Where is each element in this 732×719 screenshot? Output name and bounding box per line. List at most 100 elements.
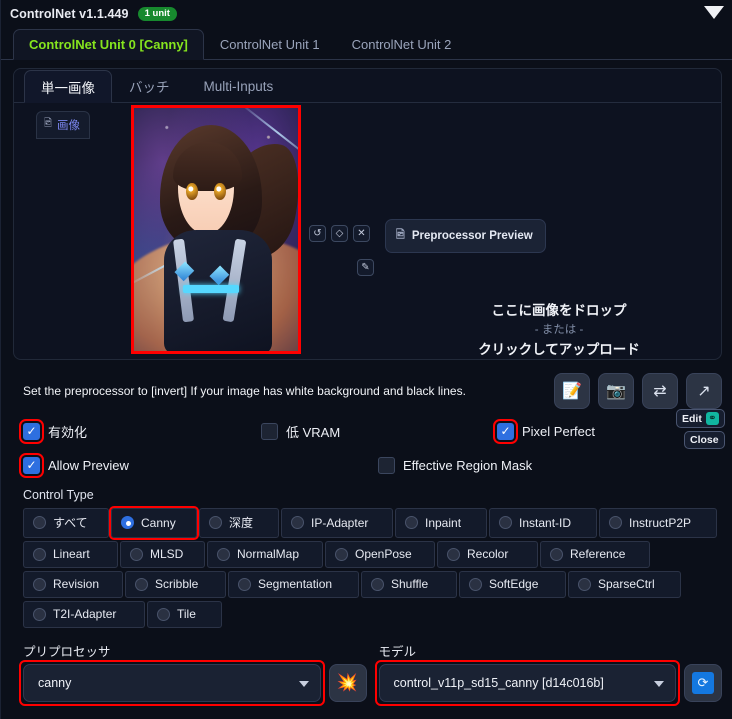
pen-icon[interactable]: ✎ (357, 259, 374, 276)
image-input-panel: 単一画像 バッチ Multi-Inputs 🖻 画像 ↺ ◇ ✕ ✎ 🖻 Pre… (13, 68, 725, 449)
remove-icon[interactable]: ✕ (353, 225, 370, 242)
radio-icon (33, 547, 46, 561)
control-type-title: Control Type (23, 488, 94, 502)
uploaded-image-thumbnail[interactable] (131, 105, 301, 354)
swap-icon[interactable]: ⇄ (642, 373, 678, 409)
preprocessor-row: canny 💥 (19, 660, 367, 706)
control-type-revision[interactable]: Revision (23, 571, 123, 598)
control-type-instructp2p[interactable]: InstructP2P (599, 508, 717, 538)
controlnet-panel: ControlNet v1.1.449 1 unit ControlNet Un… (0, 0, 732, 719)
control-type-ip-adapter[interactable]: IP-Adapter (281, 508, 393, 538)
control-type-row-2: Lineart MLSD NormalMap OpenPose Recolor … (23, 541, 722, 568)
control-type-recolor[interactable]: Recolor (437, 541, 538, 568)
control-type-sparsectrl-label: SparseCtrl (598, 577, 655, 591)
tab-multi-inputs[interactable]: Multi-Inputs (187, 69, 291, 102)
preprocessor-notice: Set the preprocessor to [invert] If your… (23, 384, 466, 398)
control-type-normalmap[interactable]: NormalMap (207, 541, 323, 568)
control-type-t2i-adapter[interactable]: T2I-Adapter (23, 601, 145, 628)
control-type-softedge-label: SoftEdge (489, 577, 539, 591)
radio-icon (209, 516, 222, 529)
checkbox-enable-box[interactable]: ✓ (19, 418, 44, 444)
tab-controlnet-unit-2[interactable]: ControlNet Unit 2 (336, 28, 468, 59)
checkbox-pixel-perfect-label: Pixel Perfect (522, 423, 595, 439)
preprocessor-select[interactable]: canny (23, 664, 321, 702)
radio-icon (609, 516, 622, 529)
control-type-mlsd[interactable]: MLSD (120, 541, 205, 568)
checkbox-enable[interactable]: ✓ 有効化 (19, 418, 261, 444)
checkbox-pixel-perfect[interactable]: ✓ Pixel Perfect (493, 418, 595, 444)
control-type-reference-label: Reference (570, 547, 626, 561)
control-type-sparsectrl[interactable]: SparseCtrl (568, 571, 681, 598)
send-dimensions-icon[interactable]: ↗ (686, 373, 722, 409)
checkbox-effective-region-mask[interactable]: Effective Region Mask (378, 456, 533, 474)
checkbox-effective-region-mask-box[interactable] (378, 456, 395, 474)
webcam-icon[interactable]: 📷 (598, 373, 634, 409)
eraser-icon[interactable]: ◇ (331, 225, 348, 242)
edit-button[interactable]: Edit ⚭ (676, 409, 725, 428)
checkbox-allow-preview[interactable]: ✓ Allow Preview (19, 452, 378, 478)
open-new-canvas-icon[interactable]: 📝 (554, 373, 590, 409)
control-type-row-1: すべて Canny 深度 IP-Adapter Inpaint Instant-… (23, 506, 722, 540)
radio-icon (238, 577, 251, 591)
control-type-reference[interactable]: Reference (540, 541, 650, 568)
close-button[interactable]: Close (684, 431, 725, 449)
control-type-instant-id-label: Instant-ID (519, 515, 572, 530)
chevron-down-icon (298, 681, 309, 687)
undo-icon[interactable]: ↺ (309, 225, 326, 242)
control-type-tile-label: Tile (177, 607, 196, 621)
model-value: control_v11p_sd15_canny [d14c016b] (393, 676, 604, 690)
control-type-scribble-label: Scribble (155, 577, 199, 591)
model-select[interactable]: control_v11p_sd15_canny [d14c016b] (378, 664, 676, 702)
tab-controlnet-unit-1[interactable]: ControlNet Unit 1 (204, 28, 336, 59)
model-field: モデル control_v11p_sd15_canny [d14c016b] ⟳ (374, 641, 722, 706)
radio-icon (33, 577, 46, 591)
control-type-inpaint[interactable]: Inpaint (395, 508, 487, 538)
checkbox-low-vram-box[interactable] (261, 422, 278, 440)
drop-zone[interactable]: ここに画像をドロップ - または - クリックしてアップロード (414, 301, 704, 361)
tab-batch[interactable]: バッチ (112, 69, 187, 102)
neon-glow-line (183, 285, 239, 293)
preprocessor-preview-label: Preprocessor Preview (411, 229, 533, 242)
preprocessor-preview-button[interactable]: 🖻 Preprocessor Preview (385, 219, 546, 253)
checkbox-allow-preview-box[interactable]: ✓ (19, 452, 44, 478)
control-type-lineart[interactable]: Lineart (23, 541, 118, 568)
control-type-canny[interactable]: Canny (109, 506, 199, 540)
control-type-segmentation[interactable]: Segmentation (228, 571, 359, 598)
image-chip-label: 画像 (57, 119, 81, 132)
control-type-openpose[interactable]: OpenPose (325, 541, 435, 568)
control-type-depth[interactable]: 深度 (199, 508, 279, 538)
control-type-all[interactable]: すべて (23, 508, 109, 538)
preprocessor-value: canny (38, 676, 72, 690)
control-type-tile[interactable]: Tile (147, 601, 222, 628)
control-type-instant-id[interactable]: Instant-ID (489, 508, 597, 538)
triangle-down-icon[interactable] (704, 6, 724, 19)
control-type-t2i-adapter-label: T2I-Adapter (53, 607, 117, 621)
control-type-scribble[interactable]: Scribble (125, 571, 226, 598)
radio-icon (499, 516, 512, 529)
radio-icon (291, 516, 304, 529)
control-type-row-3: Revision Scribble Segmentation Shuffle S… (23, 571, 722, 598)
page-title: ControlNet v1.1.449 (10, 7, 129, 21)
control-type-shuffle-label: Shuffle (391, 577, 429, 591)
image-icon: 🖻 (44, 118, 53, 129)
radio-icon (447, 547, 460, 561)
image-edit-toolbar: ↺ ◇ ✕ (309, 225, 370, 242)
tab-single-image[interactable]: 単一画像 (24, 70, 112, 103)
canvas-area: 🖻 画像 ↺ ◇ ✕ ✎ 🖻 Preprocessor Preview ここに画… (14, 103, 725, 449)
drop-zone-click-text: クリックしてアップロード (478, 341, 640, 357)
checkbox-low-vram[interactable]: 低 VRAM (261, 422, 497, 441)
control-type-softedge[interactable]: SoftEdge (459, 571, 566, 598)
unit-count-badge: 1 unit (137, 6, 177, 22)
tab-controlnet-unit-0[interactable]: ControlNet Unit 0 [Canny] (13, 29, 204, 60)
control-type-segmentation-label: Segmentation (258, 577, 333, 591)
radio-icon (135, 577, 148, 591)
notice-row: Set the preprocessor to [invert] If your… (1, 368, 732, 414)
checkbox-pixel-perfect-box[interactable]: ✓ (493, 418, 518, 444)
drop-zone-main-text: ここに画像をドロップ (491, 303, 627, 318)
checkbox-effective-region-mask-label: Effective Region Mask (403, 457, 533, 473)
radio-icon (371, 577, 384, 591)
refresh-model-button[interactable]: ⟳ (684, 664, 722, 702)
control-type-shuffle[interactable]: Shuffle (361, 571, 457, 598)
explosion-icon[interactable]: 💥 (328, 664, 367, 702)
image-chip-tab[interactable]: 🖻 画像 (36, 111, 91, 139)
